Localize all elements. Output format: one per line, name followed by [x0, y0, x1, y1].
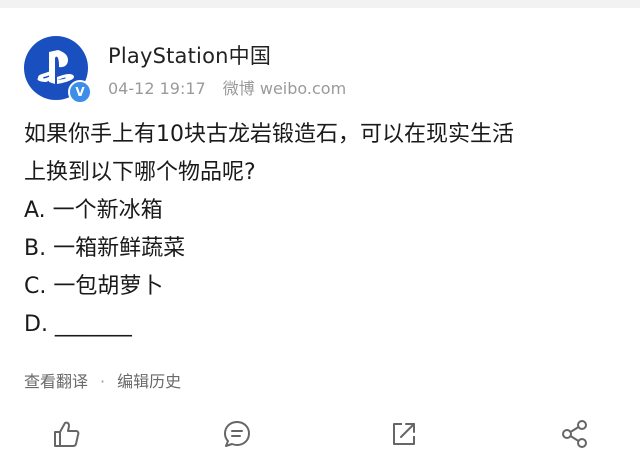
comment-icon[interactable]	[221, 418, 253, 450]
user-name[interactable]: PlayStation中国	[108, 40, 271, 70]
share-icon[interactable]	[558, 418, 590, 450]
like-icon[interactable]	[50, 418, 82, 450]
option-c: C. 一包胡萝卜	[24, 274, 164, 299]
post-date: 04-12 19:17	[108, 79, 206, 98]
verified-badge-icon: V	[68, 80, 92, 104]
post-body: 如果你手上有10块古龙岩锻造石，可以在现实生活 上换到以下哪个物品呢? A. 一…	[24, 116, 620, 344]
body-line: 如果你手上有10块古龙岩锻造石，可以在现实生活	[24, 122, 514, 147]
option-a: A. 一个新冰箱	[24, 198, 163, 223]
post-footer-links: 查看翻译 · 编辑历史	[24, 368, 181, 392]
separator-dot: ·	[100, 372, 106, 391]
weibo-post-card: V PlayStation中国 04-12 19:17 微博 weibo.com…	[0, 8, 640, 456]
repost-icon[interactable]	[388, 418, 420, 450]
edit-history-link[interactable]: 编辑历史	[117, 372, 181, 391]
post-meta: 04-12 19:17 微博 weibo.com	[108, 75, 358, 99]
action-bar	[0, 412, 640, 456]
post-source: 微博 weibo.com	[222, 79, 347, 98]
option-b: B. 一箱新鲜蔬菜	[24, 236, 186, 261]
body-line: 上换到以下哪个物品呢?	[24, 160, 256, 185]
option-d: D. _______	[24, 312, 132, 337]
view-translation-link[interactable]: 查看翻译	[24, 372, 88, 391]
